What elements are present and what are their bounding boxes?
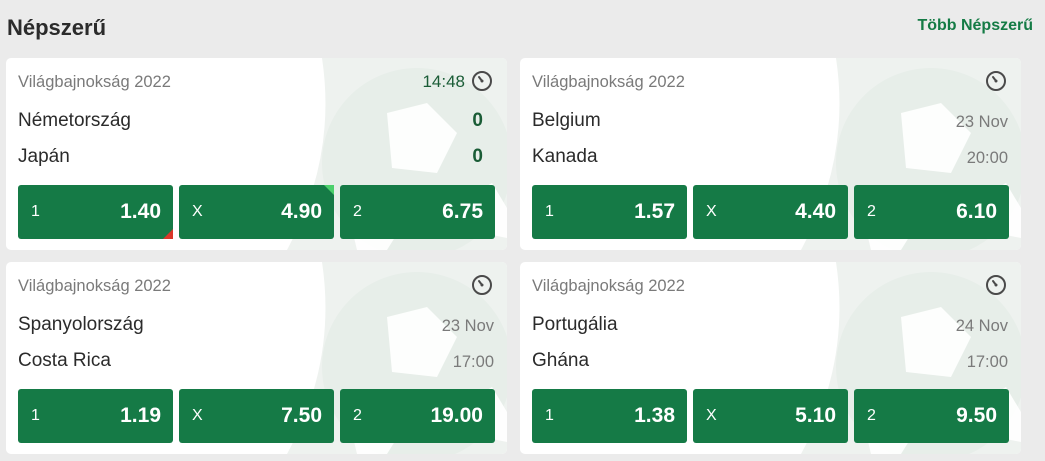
odds-row: 1 1.40 X 4.90 2 6.75 <box>18 185 496 239</box>
match-card[interactable]: Világbajnokság 2022 14:48 Németország Ja… <box>6 58 507 250</box>
section-title: Népszerű <box>7 15 107 40</box>
match-date: 24 Nov <box>955 317 1008 335</box>
odds-button-away[interactable]: 2 6.75 <box>340 185 495 239</box>
odds-up-indicator-icon <box>324 185 334 195</box>
odds-label: 2 <box>353 407 362 424</box>
more-popular-link[interactable]: Több Népszerű <box>917 17 1033 35</box>
odds-label: 2 <box>867 407 876 424</box>
home-team: Németország <box>18 110 131 131</box>
away-team: Costa Rica <box>18 350 111 371</box>
match-card[interactable]: Világbajnokság 2022 Spanyolország Costa … <box>6 262 507 454</box>
odds-button-home[interactable]: 1 1.57 <box>532 185 687 239</box>
odds-value: 1.57 <box>634 200 675 223</box>
competition-name: Világbajnokság 2022 <box>18 73 171 91</box>
odds-value: 4.40 <box>795 200 836 223</box>
competition-name: Világbajnokság 2022 <box>532 277 685 295</box>
odds-label: 1 <box>31 203 40 220</box>
odds-value: 1.38 <box>634 404 675 427</box>
match-date: 23 Nov <box>955 113 1008 131</box>
odds-label: X <box>192 203 203 220</box>
match-time: 17:00 <box>966 353 1008 371</box>
competition-name: Világbajnokság 2022 <box>18 277 171 295</box>
match-card[interactable]: Világbajnokság 2022 Portugália Ghána 24 … <box>520 262 1021 454</box>
home-team: Portugália <box>532 314 618 335</box>
match-date: 23 Nov <box>441 317 494 335</box>
live-match-time: 14:48 <box>422 72 465 91</box>
clock-icon <box>986 275 1006 295</box>
odds-row: 1 1.19 X 7.50 2 19.00 <box>18 389 496 443</box>
home-team: Belgium <box>532 110 601 131</box>
odds-button-draw[interactable]: X 4.90 <box>179 185 334 239</box>
odds-label: X <box>192 407 203 424</box>
odds-row: 1 1.38 X 5.10 2 9.50 <box>532 389 1010 443</box>
away-team: Ghána <box>532 350 590 371</box>
home-team: Spanyolország <box>18 314 144 335</box>
odds-button-home[interactable]: 1 1.38 <box>532 389 687 443</box>
away-score: 0 <box>472 146 483 167</box>
odds-value: 5.10 <box>795 404 836 427</box>
odds-label: 1 <box>545 407 554 424</box>
odds-value: 6.75 <box>442 200 483 223</box>
odds-button-draw[interactable]: X 4.40 <box>693 185 848 239</box>
odds-row: 1 1.57 X 4.40 2 6.10 <box>532 185 1010 239</box>
odds-button-away[interactable]: 2 6.10 <box>854 185 1009 239</box>
away-team: Kanada <box>532 146 598 167</box>
clock-icon <box>472 71 492 91</box>
odds-value: 9.50 <box>956 404 997 427</box>
odds-label: X <box>706 407 717 424</box>
odds-button-draw[interactable]: X 5.10 <box>693 389 848 443</box>
match-card[interactable]: Világbajnokság 2022 Belgium Kanada 23 No… <box>520 58 1021 250</box>
odds-down-indicator-icon <box>163 229 173 239</box>
clock-icon <box>472 275 492 295</box>
odds-value: 1.40 <box>120 200 161 223</box>
odds-button-draw[interactable]: X 7.50 <box>179 389 334 443</box>
match-time: 20:00 <box>966 149 1008 167</box>
odds-button-away[interactable]: 2 9.50 <box>854 389 1009 443</box>
clock-icon <box>986 71 1006 91</box>
odds-value: 1.19 <box>120 404 161 427</box>
section-header: Népszerű Több Népszerű <box>0 0 1045 58</box>
odds-label: 2 <box>867 203 876 220</box>
odds-value: 7.50 <box>281 404 322 427</box>
odds-label: X <box>706 203 717 220</box>
home-score: 0 <box>472 110 483 131</box>
odds-button-away[interactable]: 2 19.00 <box>340 389 495 443</box>
odds-button-home[interactable]: 1 1.19 <box>18 389 173 443</box>
odds-label: 2 <box>353 203 362 220</box>
away-team: Japán <box>18 146 70 167</box>
competition-name: Világbajnokság 2022 <box>532 73 685 91</box>
odds-value: 4.90 <box>281 200 322 223</box>
odds-value: 6.10 <box>956 200 997 223</box>
odds-label: 1 <box>31 407 40 424</box>
odds-value: 19.00 <box>430 404 483 427</box>
odds-label: 1 <box>545 203 554 220</box>
odds-button-home[interactable]: 1 1.40 <box>18 185 173 239</box>
match-time: 17:00 <box>452 353 494 371</box>
